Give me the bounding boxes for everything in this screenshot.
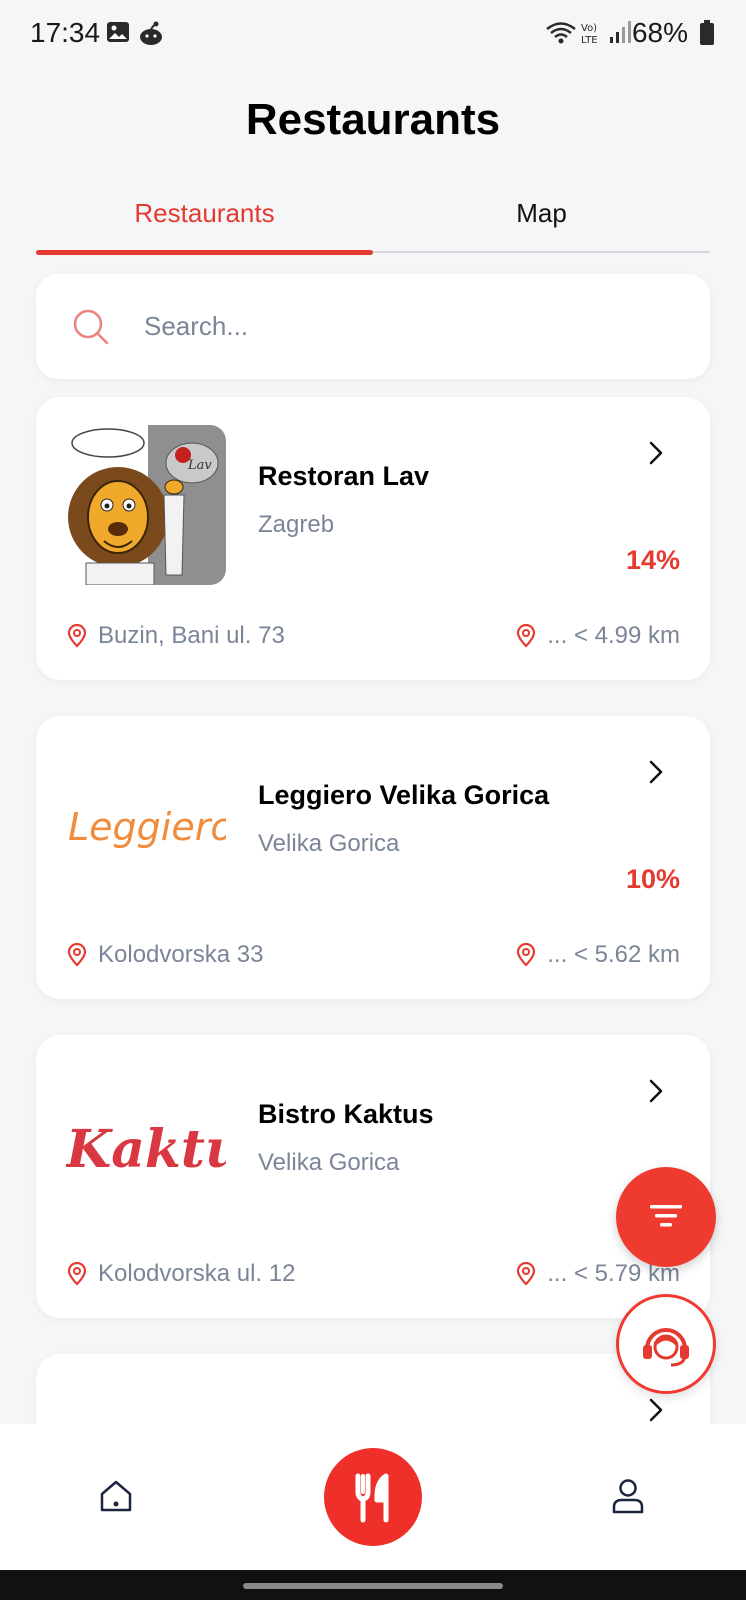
restaurants-nav-button[interactable] xyxy=(324,1448,422,1546)
restaurant-address: Kolodvorska ul. 12 xyxy=(66,1260,295,1288)
restaurant-card[interactable]: Lav Restoran Lav Zagreb 14% Buzin, Bani … xyxy=(36,397,710,680)
restaurant-address: Buzin, Bani ul. 73 xyxy=(66,622,285,650)
support-agent-icon xyxy=(643,1328,689,1367)
address-text: Kolodvorska ul. 12 xyxy=(98,1260,296,1287)
restaurant-logo-leggiero: Leggiero xyxy=(66,744,226,904)
svg-text:Lav: Lav xyxy=(187,458,212,473)
volte-icon: Vo) LTE xyxy=(581,23,598,46)
distance-text: ... < 4.99 km xyxy=(547,622,680,649)
signal-icon xyxy=(610,21,631,43)
location-pin-icon xyxy=(517,943,536,967)
chevron-right-icon[interactable] xyxy=(648,760,664,784)
location-pin-icon xyxy=(67,624,87,648)
chevron-right-icon[interactable] xyxy=(648,1398,664,1422)
location-pin-icon xyxy=(67,943,87,967)
restaurant-address: Kolodvorska 33 xyxy=(66,941,263,969)
distance-text: ... < 5.62 km xyxy=(547,941,680,968)
gallery-icon xyxy=(107,22,129,42)
filter-button[interactable] xyxy=(616,1167,716,1267)
search-box[interactable] xyxy=(36,274,710,379)
restaurant-logo-lion: Lav xyxy=(66,425,226,585)
location-pin-icon xyxy=(67,1262,87,1286)
battery-percent: 68% xyxy=(631,17,688,48)
home-gesture-handle[interactable] xyxy=(243,1583,503,1589)
restaurant-city: Zagreb xyxy=(258,511,335,538)
status-time: 17:34 xyxy=(30,17,101,48)
restaurant-name: Leggiero Velika Gorica xyxy=(258,780,550,810)
restaurant-logo-kaktus: Kaktus xyxy=(66,1063,226,1223)
system-gesture-bar xyxy=(0,1570,746,1600)
active-tab-indicator xyxy=(36,250,373,255)
restaurant-name: Restoran Lav xyxy=(258,461,430,491)
location-pin-icon xyxy=(517,1262,536,1286)
status-bar: 17:34 Vo) LTE 68% xyxy=(0,0,746,66)
bottom-navigation xyxy=(0,1424,746,1570)
chevron-right-icon[interactable] xyxy=(648,441,664,465)
restaurant-card[interactable]: Kaktus Bistro Kaktus Velika Gorica Kolod… xyxy=(36,1035,710,1318)
restaurant-card[interactable]: Leggiero Leggiero Velika Gorica Velika G… xyxy=(36,716,710,999)
logo-text: Leggiero xyxy=(68,805,226,849)
tab-map[interactable]: Map xyxy=(373,188,710,254)
restaurant-city: Velika Gorica xyxy=(258,1149,400,1176)
tab-restaurants[interactable]: Restaurants xyxy=(36,188,373,254)
wifi-icon xyxy=(546,22,576,44)
address-text: Kolodvorska 33 xyxy=(98,941,264,968)
discount-badge: 10% xyxy=(625,864,680,894)
svg-text:LTE: LTE xyxy=(581,35,598,46)
search-icon xyxy=(73,309,109,345)
support-button[interactable] xyxy=(616,1294,716,1394)
discount-badge: 14% xyxy=(625,545,680,575)
logo-text: Kaktus xyxy=(66,1119,226,1180)
battery-icon xyxy=(700,20,714,45)
svg-text:Vo): Vo) xyxy=(581,23,597,34)
restaurant-city: Velika Gorica xyxy=(258,830,400,857)
address-text: Buzin, Bani ul. 73 xyxy=(98,622,285,649)
restaurant-name: Bistro Kaktus xyxy=(258,1099,434,1129)
restaurants-icon xyxy=(355,1473,389,1523)
chevron-right-icon[interactable] xyxy=(648,1079,664,1103)
search-input[interactable] xyxy=(144,302,664,350)
profile-icon[interactable] xyxy=(608,1476,648,1516)
restaurant-distance: ... < 5.62 km xyxy=(515,941,680,969)
restaurant-distance: ... < 4.99 km xyxy=(515,622,680,650)
tab-bar: Restaurants Map xyxy=(36,188,710,258)
page-title: Restaurants xyxy=(245,95,501,144)
filter-icon xyxy=(650,1205,682,1227)
location-pin-icon xyxy=(517,624,536,648)
app-notification-icon xyxy=(140,21,162,45)
home-icon[interactable] xyxy=(96,1476,136,1516)
app-screen: 17:34 Vo) LTE 68% Restaurants Restaurant… xyxy=(0,0,746,1600)
